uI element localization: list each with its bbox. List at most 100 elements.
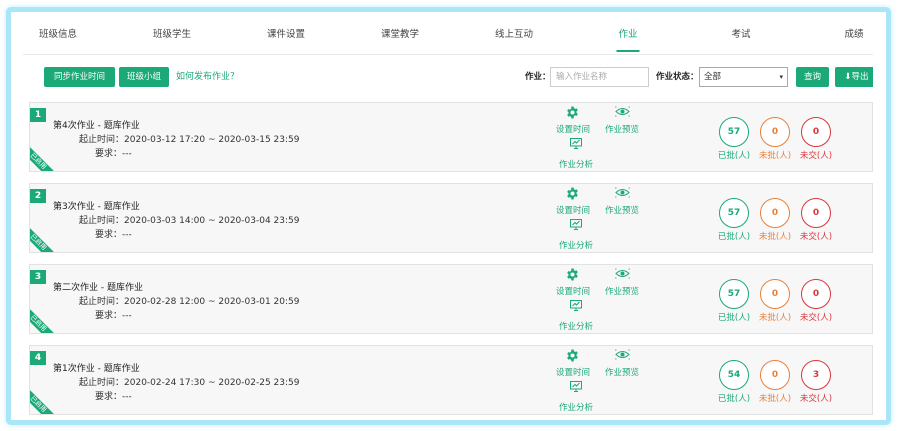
export-button[interactable]: ⬇导出	[835, 67, 873, 87]
preview-action[interactable]: 作业预览	[605, 268, 639, 297]
approved-count[interactable]: 57	[719, 117, 749, 147]
set-time-action[interactable]: 设置时间	[556, 349, 590, 378]
requirement-label: 要求：	[95, 230, 123, 240]
unsubmitted-count[interactable]: 0	[801, 198, 831, 228]
approved-count[interactable]: 54	[719, 360, 749, 390]
unapproved-count[interactable]: 0	[760, 360, 790, 390]
preview-label: 作业预览	[605, 368, 640, 378]
unsubmitted-count[interactable]: 3	[801, 360, 831, 390]
eye-icon	[615, 106, 630, 117]
assignment-card: 4 已启用 第1次作业 - 题库作业 起止时间：2020-02-24 17:30…	[29, 345, 873, 415]
preview-label: 作业预览	[605, 125, 640, 135]
tab-courseware-settings[interactable]: 课件设置	[267, 19, 305, 55]
gear-icon	[567, 106, 578, 119]
enabled-ribbon: 已启用	[30, 307, 54, 333]
enabled-ribbon: 已启用	[30, 388, 54, 414]
unapproved-count[interactable]: 0	[760, 279, 790, 309]
period-value: 2020-03-12 17:20 ~ 2020-03-15 23:59	[124, 135, 300, 145]
unsubmitted-count[interactable]: 0	[801, 279, 831, 309]
analysis-action[interactable]: 作业分析	[559, 320, 593, 332]
preview-action[interactable]: 作业预览	[605, 106, 639, 135]
analysis-action[interactable]: 作业分析	[559, 401, 593, 413]
tab-exam[interactable]: 考试	[731, 19, 750, 55]
analysis-icon-button[interactable]	[570, 381, 582, 392]
assignment-card: 2 已启用 第3次作业 - 题库作业 起止时间：2020-03-03 14:00…	[29, 183, 873, 253]
unapproved-count[interactable]: 0	[760, 117, 790, 147]
period-value: 2020-02-28 12:00 ~ 2020-03-01 20:59	[124, 297, 300, 307]
approved-count[interactable]: 57	[719, 198, 749, 228]
preview-action[interactable]: 作业预览	[605, 187, 639, 216]
monitor-chart-icon	[570, 138, 582, 149]
unsubmitted-label: 未交(人)	[799, 232, 833, 242]
tab-classroom-teaching[interactable]: 课堂教学	[381, 19, 419, 55]
set-time-action[interactable]: 设置时间	[556, 268, 590, 297]
dropdown-caret-icon: ▾	[779, 73, 783, 81]
requirement-label: 要求：	[95, 311, 123, 321]
assignment-period: 起止时间：2020-03-12 17:20 ~ 2020-03-15 23:59	[79, 132, 299, 145]
period-value: 2020-02-24 17:30 ~ 2020-02-25 23:59	[124, 378, 300, 388]
analysis-icon-button[interactable]	[570, 300, 582, 311]
set-time-label: 设置时间	[556, 287, 591, 297]
eye-icon	[615, 187, 630, 198]
unapproved-label: 未批(人)	[758, 394, 792, 404]
tab-online-interaction[interactable]: 线上互动	[495, 19, 533, 55]
download-icon: ⬇	[844, 72, 852, 82]
unapproved-label: 未批(人)	[758, 232, 792, 242]
tab-class-info[interactable]: 班级信息	[39, 19, 77, 55]
sync-homework-time-button[interactable]: 同步作业时间	[44, 67, 115, 87]
unsubmitted-label: 未交(人)	[799, 394, 833, 404]
requirement-value: ---	[122, 311, 132, 321]
status-select-value: 全部	[704, 72, 722, 82]
period-label: 起止时间：	[79, 135, 125, 145]
assignment-card: 3 已启用 第二次作业 - 题库作业 起止时间：2020-02-28 12:00…	[29, 264, 873, 334]
unapproved-count[interactable]: 0	[760, 198, 790, 228]
assignment-index: 4	[30, 351, 46, 365]
status-select[interactable]: 全部 ▾	[699, 67, 788, 87]
requirement-value: ---	[122, 392, 132, 402]
set-time-label: 设置时间	[556, 125, 591, 135]
assignment-card: 1 已启用 第4次作业 - 题库作业 起止时间：2020-03-12 17:20…	[29, 102, 873, 172]
analysis-icon-button[interactable]	[570, 219, 582, 230]
homework-search-placeholder: 输入作业名称	[556, 72, 608, 82]
content-area: 班级信息 班级学生 课件设置 课堂教学 线上互动 作业 考试 成绩 同步作业时间…	[23, 19, 873, 419]
eye-icon	[615, 268, 630, 279]
assignment-period: 起止时间：2020-03-03 14:00 ~ 2020-03-04 23:59	[79, 213, 299, 226]
homework-search-label: 作业：	[525, 72, 551, 82]
query-button[interactable]: 查询	[796, 67, 829, 87]
assignment-requirement: 要求：---	[95, 146, 132, 159]
class-group-button[interactable]: 班级小组	[119, 67, 169, 87]
toolbar: 同步作业时间 班级小组 如何发布作业？ 作业： 输入作业名称 作业状态： 全部 ▾…	[23, 67, 873, 89]
assignment-title[interactable]: 第1次作业 - 题库作业	[53, 361, 140, 374]
monitor-chart-icon	[570, 219, 582, 230]
assignment-title[interactable]: 第二次作业 - 题库作业	[53, 280, 143, 293]
analysis-icon-button[interactable]	[570, 138, 582, 149]
unsubmitted-count[interactable]: 0	[801, 117, 831, 147]
assignment-title[interactable]: 第4次作业 - 题库作业	[53, 118, 140, 131]
gear-icon	[567, 187, 578, 200]
approved-count[interactable]: 57	[719, 279, 749, 309]
set-time-label: 设置时间	[556, 206, 591, 216]
approved-label: 已批(人)	[717, 313, 751, 323]
tab-homework[interactable]: 作业	[616, 19, 640, 55]
unapproved-label: 未批(人)	[758, 151, 792, 161]
homework-search-input[interactable]: 输入作业名称	[550, 67, 649, 87]
how-to-publish-link[interactable]: 如何发布作业？	[176, 67, 239, 87]
period-label: 起止时间：	[79, 378, 125, 388]
tab-bar: 班级信息 班级学生 课件设置 课堂教学 线上互动 作业 考试 成绩	[23, 19, 873, 55]
export-button-label: 导出	[851, 72, 869, 82]
gear-icon	[567, 268, 578, 281]
tab-class-students[interactable]: 班级学生	[153, 19, 191, 55]
enabled-ribbon: 已启用	[30, 145, 54, 171]
assignment-requirement: 要求：---	[95, 227, 132, 240]
assignment-index: 2	[30, 189, 46, 203]
analysis-action[interactable]: 作业分析	[559, 239, 593, 251]
analysis-action[interactable]: 作业分析	[559, 158, 593, 170]
requirement-label: 要求：	[95, 392, 123, 402]
preview-label: 作业预览	[605, 287, 640, 297]
assignment-title[interactable]: 第3次作业 - 题库作业	[53, 199, 140, 212]
set-time-action[interactable]: 设置时间	[556, 187, 590, 216]
tab-grades[interactable]: 成绩	[844, 19, 863, 55]
preview-action[interactable]: 作业预览	[605, 349, 639, 378]
unapproved-label: 未批(人)	[758, 313, 792, 323]
set-time-action[interactable]: 设置时间	[556, 106, 590, 135]
